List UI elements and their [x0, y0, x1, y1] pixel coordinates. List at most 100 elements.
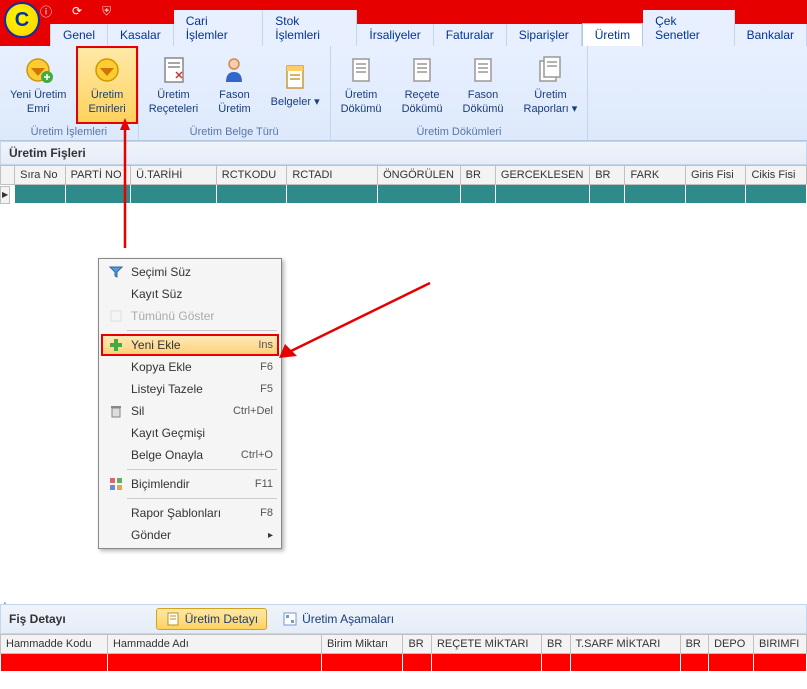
document-icon [165, 611, 181, 627]
column-header[interactable]: PARTİ NO [65, 166, 131, 185]
tab-üretim[interactable]: Üretim [582, 23, 643, 46]
app-logo[interactable]: C [4, 2, 40, 38]
column-header[interactable]: ÖNGÖRÜLEN [378, 166, 461, 185]
column-header[interactable]: BR [403, 634, 432, 653]
column-header[interactable]: BR [680, 634, 709, 653]
main-grid[interactable]: Sıra NoPARTİ NOÜ.TARİHİRCTKODURCTADIÖNGÖ… [0, 165, 807, 203]
column-header[interactable]: BIRIMFI [753, 634, 806, 653]
menu-shortcut: F5 [260, 383, 273, 395]
cell[interactable] [570, 653, 680, 671]
menu-item[interactable]: Rapor ŞablonlarıF8 [101, 502, 279, 524]
column-header[interactable]: BR [542, 634, 571, 653]
cell[interactable] [590, 185, 625, 203]
detail-bar: Fiş Detayı Üretim Detayı Üretim Aşamalar… [0, 604, 807, 634]
cell[interactable] [680, 653, 709, 671]
ribbon: Yeni ÜretimEmriÜretimEmirleriÜretim İşle… [0, 46, 807, 141]
column-header[interactable]: BR [590, 166, 625, 185]
ribbon-icon [218, 54, 250, 86]
cell[interactable] [709, 653, 754, 671]
tab-siparişler[interactable]: Siparişler [507, 24, 582, 46]
cell[interactable] [460, 185, 495, 203]
column-header[interactable]: Ü.TARİHİ [131, 166, 217, 185]
menu-item[interactable]: Gönder [101, 524, 279, 546]
tab-faturalar[interactable]: Faturalar [434, 24, 507, 46]
menu-item[interactable]: Listeyi TazeleF5 [101, 378, 279, 400]
cell[interactable] [403, 653, 432, 671]
cell[interactable] [431, 653, 541, 671]
refresh-icon[interactable]: ⟳ [72, 4, 82, 18]
ribbon-button[interactable]: ÜretimRaporları ▾ [514, 46, 588, 124]
menu-item-label: Kayıt Geçmişi [131, 426, 205, 440]
menu-item-label: Gönder [131, 528, 171, 542]
column-header[interactable]: T.SARF MİKTARI [570, 634, 680, 653]
cell[interactable] [542, 653, 571, 671]
cell[interactable] [65, 185, 131, 203]
tab-kasalar[interactable]: Kasalar [108, 24, 174, 46]
cell[interactable] [107, 653, 321, 671]
ribbon-group-title: Üretim İşlemleri [0, 124, 138, 140]
ribbon-button[interactable]: ÜretimDökümü [331, 46, 392, 124]
ribbon-button[interactable]: Yeni ÜretimEmri [0, 46, 76, 124]
tab-stok-i̇şlemleri[interactable]: Stok İşlemleri [263, 10, 357, 46]
menu-item-label: Yeni Ekle [131, 338, 181, 352]
ribbon-button[interactable]: ReçeteDökümü [392, 46, 453, 124]
cell[interactable] [1, 653, 108, 671]
column-header[interactable]: Birim Miktarı [321, 634, 403, 653]
cell[interactable] [15, 185, 65, 203]
column-header[interactable]: DEPO [709, 634, 754, 653]
cell[interactable] [685, 185, 745, 203]
menu-separator [127, 498, 277, 499]
column-header[interactable]: Cikis Fisi [746, 166, 807, 185]
column-header[interactable]: Hammadde Adı [107, 634, 321, 653]
ribbon-button[interactable]: Belgeler ▾ [261, 46, 330, 124]
cell[interactable] [216, 185, 287, 203]
main-grid-wrap: Sıra NoPARTİ NOÜ.TARİHİRCTKODURCTADIÖNGÖ… [0, 165, 807, 203]
cell[interactable] [321, 653, 403, 671]
tab-çek-senetler[interactable]: Çek Senetler [643, 10, 735, 46]
tab-i̇rsaliyeler[interactable]: İrsaliyeler [357, 24, 433, 46]
menu-item[interactable]: Belge OnaylaCtrl+O [101, 444, 279, 466]
column-header[interactable]: Giris Fisi [685, 166, 745, 185]
info-icon[interactable]: ⓘ [40, 3, 52, 20]
detail-grid[interactable]: Hammadde KoduHammadde AdıBirim MiktarıBR… [0, 634, 807, 672]
cell[interactable] [131, 185, 217, 203]
tab-genel[interactable]: Genel [50, 24, 108, 46]
shield-icon[interactable]: ⛨ [102, 4, 111, 19]
menu-item[interactable]: Kayıt Süz [101, 283, 279, 305]
tab-bankalar[interactable]: Bankalar [735, 24, 807, 46]
row-indicator-icon [0, 186, 10, 204]
detail-tab-uretim[interactable]: Üretim Detayı [156, 608, 267, 630]
cell[interactable] [287, 185, 378, 203]
detail-tab-asamalari[interactable]: Üretim Aşamaları [273, 608, 403, 630]
ribbon-button[interactable]: ÜretimReçeteleri [139, 46, 209, 124]
ribbon-button[interactable]: FasonDökümü [453, 46, 514, 124]
menu-item[interactable]: Yeni EkleIns [101, 334, 279, 356]
column-header[interactable]: REÇETE MİKTARI [431, 634, 541, 653]
ribbon-button[interactable]: FasonÜretim [208, 46, 260, 124]
ribbon-group: Yeni ÜretimEmriÜretimEmirleriÜretim İşle… [0, 46, 139, 140]
column-header[interactable]: RCTKODU [216, 166, 287, 185]
column-header[interactable]: FARK [625, 166, 685, 185]
ribbon-icon [467, 54, 499, 86]
ribbon-button[interactable]: ÜretimEmirleri [76, 46, 137, 124]
menu-item[interactable]: BiçimlendirF11 [101, 473, 279, 495]
menu-item[interactable]: Seçimi Süz [101, 261, 279, 283]
funnel-icon [107, 264, 125, 280]
column-header[interactable]: BR [460, 166, 495, 185]
menu-item[interactable]: Kopya EkleF6 [101, 356, 279, 378]
column-header[interactable]: Hammadde Kodu [1, 634, 108, 653]
column-header[interactable]: GERCEKLESEN [495, 166, 589, 185]
table-row[interactable] [1, 185, 807, 203]
cell[interactable] [753, 653, 806, 671]
column-header[interactable]: RCTADI [287, 166, 378, 185]
column-header[interactable]: Sıra No [15, 166, 65, 185]
menu-item[interactable]: SilCtrl+Del [101, 400, 279, 422]
tab-cari-i̇şlemler[interactable]: Cari İşlemler [174, 10, 264, 46]
cell[interactable] [746, 185, 807, 203]
menu-item[interactable]: Kayıt Geçmişi [101, 422, 279, 444]
cell[interactable] [625, 185, 685, 203]
context-menu: Seçimi SüzKayıt SüzTümünü GösterYeni Ekl… [98, 258, 282, 549]
table-row[interactable] [1, 653, 807, 671]
cell[interactable] [378, 185, 461, 203]
cell[interactable] [495, 185, 589, 203]
